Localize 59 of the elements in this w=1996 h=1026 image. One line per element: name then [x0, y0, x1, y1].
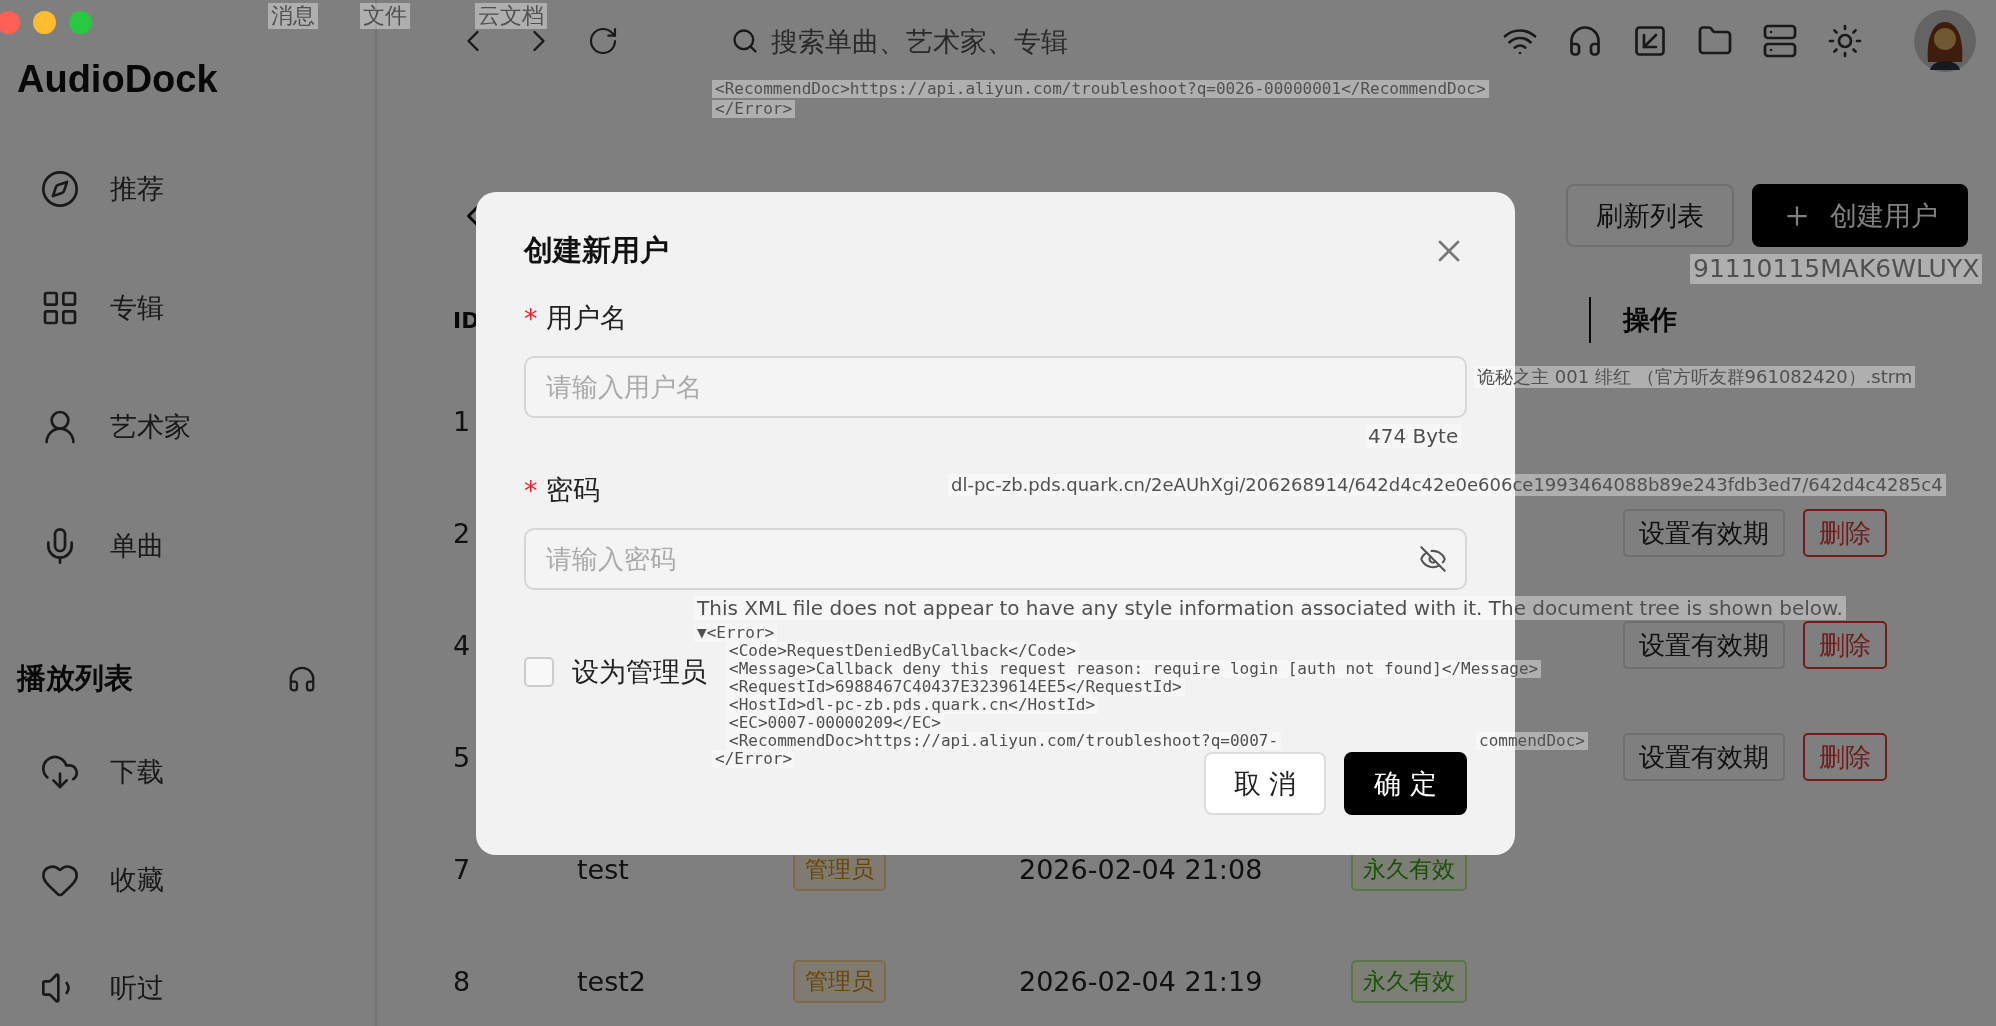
table-cell: 2	[453, 517, 471, 549]
refresh-button[interactable]: 刷新列表	[1566, 184, 1734, 247]
tab-label: 云文档	[475, 3, 547, 29]
avatar[interactable]	[1914, 10, 1976, 72]
sidebar-item[interactable]: 艺术家	[0, 367, 375, 486]
notice-text: This XML file does not appear to have any style information associated with it. The document tree is shown below.	[694, 596, 1846, 620]
role-tag: 管理员	[793, 959, 886, 1003]
compass-icon	[40, 168, 80, 209]
sidebar-item[interactable]: 推荐	[0, 129, 375, 248]
url-text: dl-pc-zb.pds.quark.cn/2eAUhXgi/206268914/642d4c42e0e606ce1993464088b89e243fdb3ed7/642d4c4285c4	[948, 474, 1946, 496]
checkbox[interactable]	[524, 657, 554, 687]
sidebar-item[interactable]: 收藏	[0, 826, 375, 934]
input-field[interactable]: 请输入密码	[524, 528, 1467, 590]
headphones-icon[interactable]	[287, 664, 317, 694]
sidebar-item[interactable]: 听过	[0, 934, 375, 1026]
delete-button[interactable]: 删除	[1803, 509, 1887, 557]
headphones-icon[interactable]	[1567, 23, 1603, 59]
required-mark: *	[524, 474, 538, 506]
table-cell: 2026-02-04 21:08	[1019, 853, 1263, 885]
search-icon	[731, 27, 759, 55]
eye-off-icon[interactable]	[1419, 545, 1447, 573]
file-size: 474 Byte	[1365, 424, 1462, 448]
import-icon[interactable]	[1632, 23, 1668, 59]
server-icon[interactable]	[1762, 23, 1798, 59]
refresh-icon[interactable]	[587, 25, 619, 57]
table-cell: 7	[453, 853, 471, 885]
cancel-button[interactable]: 取 消	[1203, 752, 1327, 815]
sidebar-item[interactable]: 单曲	[0, 486, 375, 605]
create-user-button[interactable]: 创建用户	[1752, 184, 1968, 247]
delete-button[interactable]: 删除	[1803, 733, 1887, 781]
field-label: 用户名	[545, 301, 627, 335]
column-header: 操作	[1589, 297, 1677, 343]
input-field[interactable]: 请输入用户名	[524, 356, 1467, 418]
status-tag: 永久有效	[1351, 959, 1467, 1003]
app-title: AudioDock	[17, 57, 219, 102]
required-mark: *	[524, 302, 538, 334]
table-cell: 5	[453, 741, 471, 773]
field-label: 密码	[545, 473, 600, 507]
dialog-title: 创建新用户	[524, 232, 669, 269]
tab-label: 文件	[360, 3, 410, 29]
sidebar-item[interactable]: 下载	[0, 718, 375, 826]
confirm-button[interactable]: 确 定	[1344, 752, 1467, 815]
section-heading: 播放列表	[17, 660, 133, 697]
set-expiry-button[interactable]: 设置有效期	[1623, 733, 1785, 781]
table-cell: test2	[577, 965, 647, 997]
tab-label: 消息	[268, 3, 318, 29]
table-cell: 1	[453, 405, 471, 437]
background-text: 91110115MAK6WLUYX	[1690, 254, 1983, 284]
search-field[interactable]: 搜索单曲、艺术家、专辑	[731, 21, 1231, 61]
checkbox-label: 设为管理员	[572, 655, 707, 689]
sun-icon[interactable]	[1827, 23, 1863, 59]
table-cell: 2026-02-04 21:19	[1019, 965, 1263, 997]
table-cell: 8	[453, 965, 471, 997]
set-expiry-button[interactable]: 设置有效期	[1623, 509, 1785, 557]
set-expiry-button[interactable]: 设置有效期	[1623, 621, 1785, 669]
table-cell: test	[577, 853, 629, 885]
table-cell: 4	[453, 629, 471, 661]
sidebar-item[interactable]: 专辑	[0, 248, 375, 367]
delete-button[interactable]: 删除	[1803, 621, 1887, 669]
